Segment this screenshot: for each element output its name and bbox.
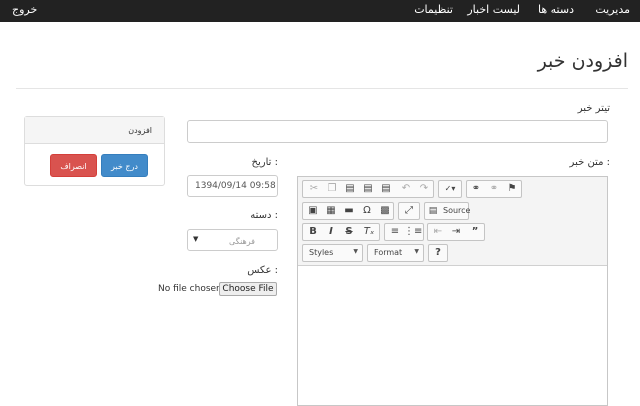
redo-icon[interactable]: ↷ [415,181,433,197]
numbered-list-icon[interactable]: ≡ [386,224,404,240]
special-char-icon[interactable]: Ω [358,203,376,219]
submit-button[interactable]: درج خبر [101,154,148,177]
cut-icon[interactable]: ✂ [305,181,323,197]
bold-icon[interactable]: B [304,224,322,240]
spellcheck-icon[interactable]: ✓▾ [441,181,459,197]
cancel-button[interactable]: انصراف [50,154,97,177]
paste-text-icon[interactable]: ▤ [359,181,377,197]
anchor-icon[interactable]: ⚑ [503,181,521,197]
format-dropdown[interactable]: Format ▼ [367,244,424,262]
link-icon[interactable]: ⚭ [467,181,485,197]
insert-group: ▣ ▦ ▬ Ω ▩ [302,202,394,220]
category-select[interactable]: ▼ فرهنگی [187,229,278,251]
source-label: Source [443,206,471,215]
nav-news-list[interactable]: لیست اخبار [467,3,520,16]
panel-header: افزودن [25,117,164,144]
undo-icon[interactable]: ↶ [397,181,415,197]
news-title-input[interactable] [187,120,608,143]
date-value: 1394/09/14 09:58 [195,181,276,191]
chevron-down-icon: ▼ [414,248,419,255]
image-label: عکس : [247,265,278,276]
navbar: مدیریت دسته ها لیست اخبار تنظیمات خروج [0,0,640,22]
maximize-icon[interactable]: ⤢ [400,203,418,219]
link-group: ⚭ ⚭ ⚑ [466,180,522,198]
basic-styles-group: B I S Tₓ [302,223,380,241]
horizontal-rule-icon[interactable]: ▬ [340,203,358,219]
help-icon: ? [435,247,441,258]
action-panel: افزودن درج خبر انصراف [24,116,165,186]
bulleted-list-icon[interactable]: ⋮≡ [404,224,422,240]
table-icon[interactable]: ▦ [322,203,340,219]
paste-word-icon[interactable]: ▤ [377,181,395,197]
maximize-group: ⤢ [398,202,420,220]
paste-icon[interactable]: ▤ [341,181,359,197]
nav-admin[interactable]: مدیریت [595,3,630,16]
image-icon[interactable]: ▣ [304,203,322,219]
copy-icon[interactable]: ❐ [323,181,341,197]
file-status: No file chosen [158,284,222,294]
indent-icon[interactable]: ⇥ [447,224,465,240]
outdent-icon[interactable]: ⇤ [429,224,447,240]
styles-label: Styles [309,248,334,257]
source-icon: ▤ [428,206,438,216]
nav-logout[interactable]: خروج [12,3,37,16]
news-text-label: متن خبر : [569,157,610,168]
nav-settings[interactable]: تنظیمات [414,3,453,16]
page-title: افزودن خبر [537,50,628,72]
list-group: ≡ ⋮≡ [384,223,424,241]
editor-content-area[interactable] [298,267,607,405]
editor-toolbar: ✂ ❐ ▤ ▤ ▤ ↶ ↷ ✓▾ ⚭ ⚭ ⚑ ▣ ▦ ▬ Ω ▩ ⤢ ▤ Sou… [298,177,607,266]
choose-file-button[interactable]: Choose File [219,282,277,296]
news-title-label: تیتر خبر [577,103,610,114]
date-label: تاریخ : [251,157,278,168]
category-label: دسته : [250,210,278,221]
styles-dropdown[interactable]: Styles ▼ [302,244,363,262]
divider [16,88,628,89]
italic-icon[interactable]: I [322,224,340,240]
panel-title: افزودن [128,126,152,135]
remove-format-icon[interactable]: Tₓ [360,224,378,240]
source-button[interactable]: ▤ Source [424,202,471,220]
rich-text-editor: ✂ ❐ ▤ ▤ ▤ ↶ ↷ ✓▾ ⚭ ⚭ ⚑ ▣ ▦ ▬ Ω ▩ ⤢ ▤ Sou… [297,176,608,406]
chevron-down-icon: ▼ [353,248,358,255]
unlink-icon[interactable]: ⚭ [485,181,503,197]
iframe-icon[interactable]: ▩ [376,203,394,219]
help-button[interactable]: ? [428,244,448,262]
indent-group: ⇤ ⇥ ” [427,223,485,241]
strike-icon[interactable]: S [340,224,358,240]
format-label: Format [374,248,403,257]
nav-categories[interactable]: دسته ها [538,3,574,16]
date-input[interactable]: 1394/09/14 09:58 [187,175,278,197]
category-value: فرهنگی [229,237,255,246]
clipboard-group: ✂ ❐ ▤ ▤ ▤ ↶ ↷ [302,180,434,198]
blockquote-icon[interactable]: ” [466,224,484,240]
spellcheck-group: ✓▾ [438,180,462,198]
chevron-down-icon: ▼ [193,235,199,243]
